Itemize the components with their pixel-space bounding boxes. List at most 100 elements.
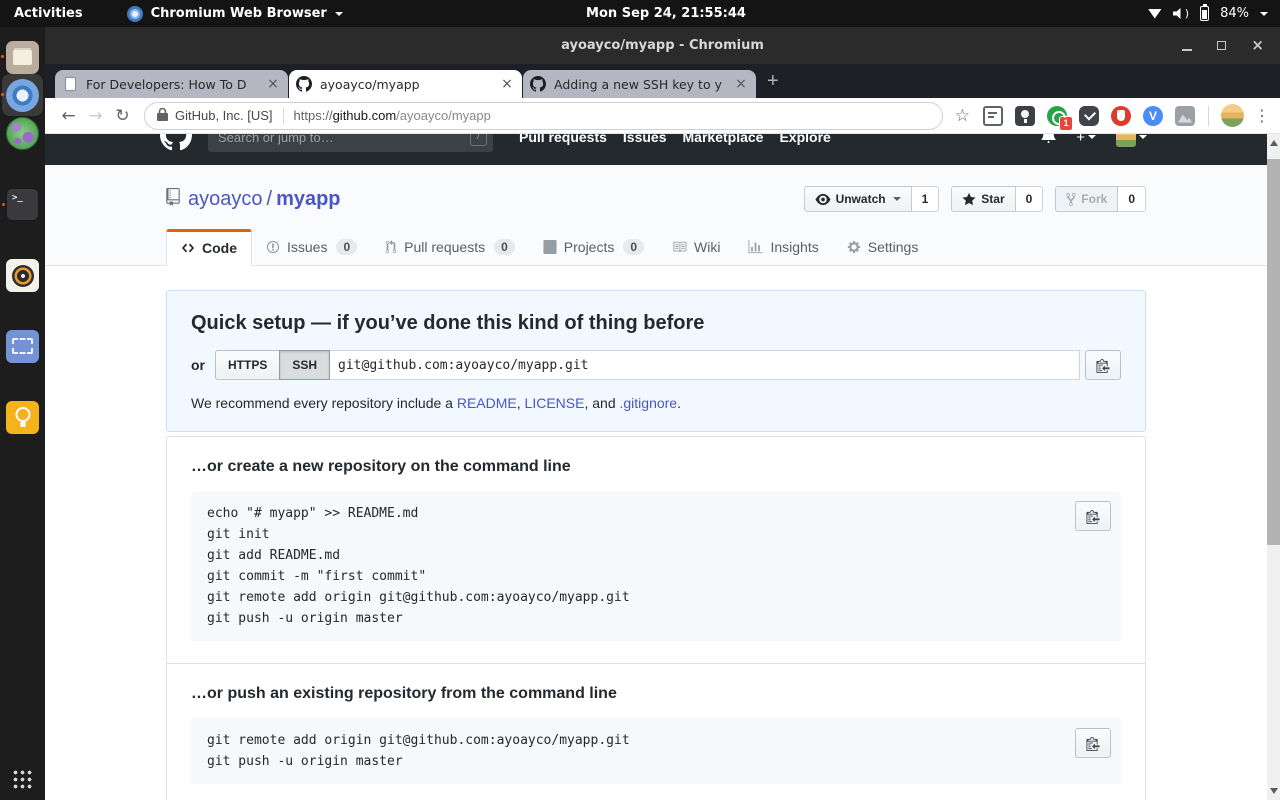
browser-menu-icon[interactable]: ⋮ [1254, 106, 1270, 125]
create-new-dropdown[interactable]: + [1076, 134, 1096, 146]
fork-button[interactable]: Fork [1055, 186, 1118, 212]
license-link[interactable]: LICENSE [525, 395, 585, 411]
pull-requests-count: 0 [494, 239, 515, 255]
reload-button[interactable]: ↻ [109, 102, 136, 129]
clone-url-input[interactable] [330, 350, 1080, 380]
browser-profile-avatar[interactable] [1221, 104, 1244, 127]
chromium-app-icon [127, 6, 143, 22]
copy-commands-button[interactable] [1075, 501, 1111, 531]
system-status-area[interactable]: ) 84% [1148, 6, 1268, 21]
extensions-bar: 1 V [983, 106, 1195, 126]
or-label: or [191, 357, 205, 373]
watch-button-group: Unwatch 1 [804, 186, 940, 212]
github-logo-icon[interactable] [160, 134, 192, 156]
adblock-extension-icon[interactable] [1111, 106, 1131, 126]
star-button-group: Star 0 [951, 186, 1043, 212]
dock-item-web-browser[interactable] [6, 117, 39, 150]
repo-tab-nav: Code Issues 0 Pull requests 0 [166, 229, 1146, 265]
stars-count[interactable]: 0 [1016, 186, 1044, 212]
nav-pull-requests[interactable]: Pull requests [519, 134, 607, 145]
github-search-box[interactable]: / [208, 134, 493, 152]
browser-tab-ssh-key[interactable]: Adding a new SSH key to y × [523, 70, 756, 98]
push-existing-section: …or push an existing repository from the… [167, 663, 1145, 800]
watchers-count[interactable]: 1 [912, 186, 940, 212]
https-protocol-button[interactable]: HTTPS [215, 350, 280, 380]
bell-icon[interactable] [1041, 134, 1056, 148]
photos-extension-icon[interactable] [1175, 106, 1195, 126]
chevron-down-icon [335, 12, 343, 16]
dock-item-music-player[interactable] [6, 259, 39, 292]
tab-projects[interactable]: Projects 0 [529, 229, 658, 265]
dock-item-notes[interactable] [6, 401, 39, 434]
chevron-down-icon [893, 197, 901, 201]
scrollbar-thumb[interactable] [1267, 159, 1280, 545]
copy-commands-button[interactable] [1075, 728, 1111, 758]
nav-explore[interactable]: Explore [779, 134, 830, 145]
pocket-extension-icon[interactable] [1079, 106, 1099, 126]
quick-setup-box: Quick setup — if you’ve done this kind o… [166, 290, 1146, 432]
back-button[interactable]: ← [55, 102, 82, 129]
vimium-extension-icon[interactable]: V [1143, 106, 1163, 126]
readme-link[interactable]: README [457, 395, 517, 411]
tab-code[interactable]: Code [166, 229, 252, 266]
code-icon [181, 241, 195, 255]
star-button[interactable]: Star [951, 186, 1015, 212]
window-title-bar[interactable]: ayoayco/myapp - Chromium × [45, 27, 1280, 64]
clipboard-icon [1086, 736, 1100, 751]
close-tab-icon[interactable]: × [265, 76, 281, 92]
dock-item-screenshot-tool[interactable] [6, 330, 39, 363]
tab-pull-requests[interactable]: Pull requests 0 [371, 229, 529, 265]
tab-settings[interactable]: Settings [833, 229, 933, 265]
nav-issues[interactable]: Issues [623, 134, 667, 145]
github-header: / Pull requests Issues Marketplace Explo… [45, 134, 1267, 165]
close-tab-icon[interactable]: × [499, 76, 515, 92]
reader-extension-icon[interactable] [983, 106, 1003, 126]
repo-owner-link[interactable]: ayoayco [188, 188, 263, 210]
lighthouse-extension-icon[interactable] [1015, 106, 1035, 126]
tab-wiki[interactable]: Wiki [658, 229, 734, 265]
nav-marketplace[interactable]: Marketplace [683, 134, 764, 145]
page-scrollbar[interactable] [1267, 134, 1280, 800]
app-menu[interactable]: Chromium Web Browser [127, 6, 343, 22]
clock[interactable]: Mon Sep 24, 21:55:44 [586, 6, 746, 21]
browser-window: ayoayco/myapp - Chromium × For Developer… [45, 27, 1280, 800]
tab-issues[interactable]: Issues 0 [252, 229, 371, 265]
bookmark-star-icon[interactable]: ☆ [955, 106, 970, 126]
forks-count[interactable]: 0 [1118, 186, 1146, 212]
repo-name-link[interactable]: myapp [276, 188, 340, 210]
green-extension-icon[interactable]: 1 [1047, 106, 1067, 126]
forward-button[interactable]: → [82, 102, 109, 129]
url-path: /ayoayco/myapp [396, 108, 491, 123]
code-line: git remote add origin git@github.com:ayo… [207, 587, 1105, 608]
dock-item-chromium[interactable] [6, 79, 39, 112]
dock-item-terminal[interactable] [6, 188, 39, 221]
dock [0, 27, 45, 800]
gitignore-link[interactable]: .gitignore [620, 395, 678, 411]
show-applications-button[interactable] [12, 769, 33, 790]
scroll-down-arrow[interactable] [1270, 788, 1278, 794]
maximize-button[interactable] [1217, 41, 1226, 50]
copy-url-button[interactable] [1085, 350, 1121, 380]
ssh-protocol-button[interactable]: SSH [279, 350, 330, 380]
activities-button[interactable]: Activities [14, 6, 83, 21]
system-top-bar: Activities Chromium Web Browser Mon Sep … [0, 0, 1280, 27]
dock-item-files[interactable] [6, 41, 39, 74]
close-tab-icon[interactable]: × [733, 76, 749, 92]
repo-pagehead: ayoayco/myapp Unwatch 1 [45, 165, 1267, 266]
unwatch-button[interactable]: Unwatch [804, 186, 912, 212]
browser-tab-myapp[interactable]: ayoayco/myapp × [289, 70, 522, 98]
tab-insights[interactable]: Insights [734, 229, 832, 265]
github-icon [296, 76, 312, 92]
section-heading: …or create a new repository on the comma… [191, 458, 1121, 476]
browser-tab-developers[interactable]: For Developers: How To D × [55, 70, 288, 98]
issue-icon [266, 240, 280, 254]
scroll-up-arrow[interactable] [1270, 140, 1278, 146]
close-button[interactable]: × [1251, 38, 1264, 53]
minimize-button[interactable] [1182, 49, 1192, 51]
address-bar[interactable]: GitHub, Inc. [US] https://github.com/ayo… [144, 102, 943, 130]
github-search-input[interactable] [218, 134, 470, 145]
slash-shortcut-key: / [470, 134, 487, 146]
github-user-menu[interactable] [1116, 134, 1147, 147]
new-tab-button[interactable]: + [767, 71, 779, 91]
security-chip[interactable]: GitHub, Inc. [US] [175, 108, 273, 123]
